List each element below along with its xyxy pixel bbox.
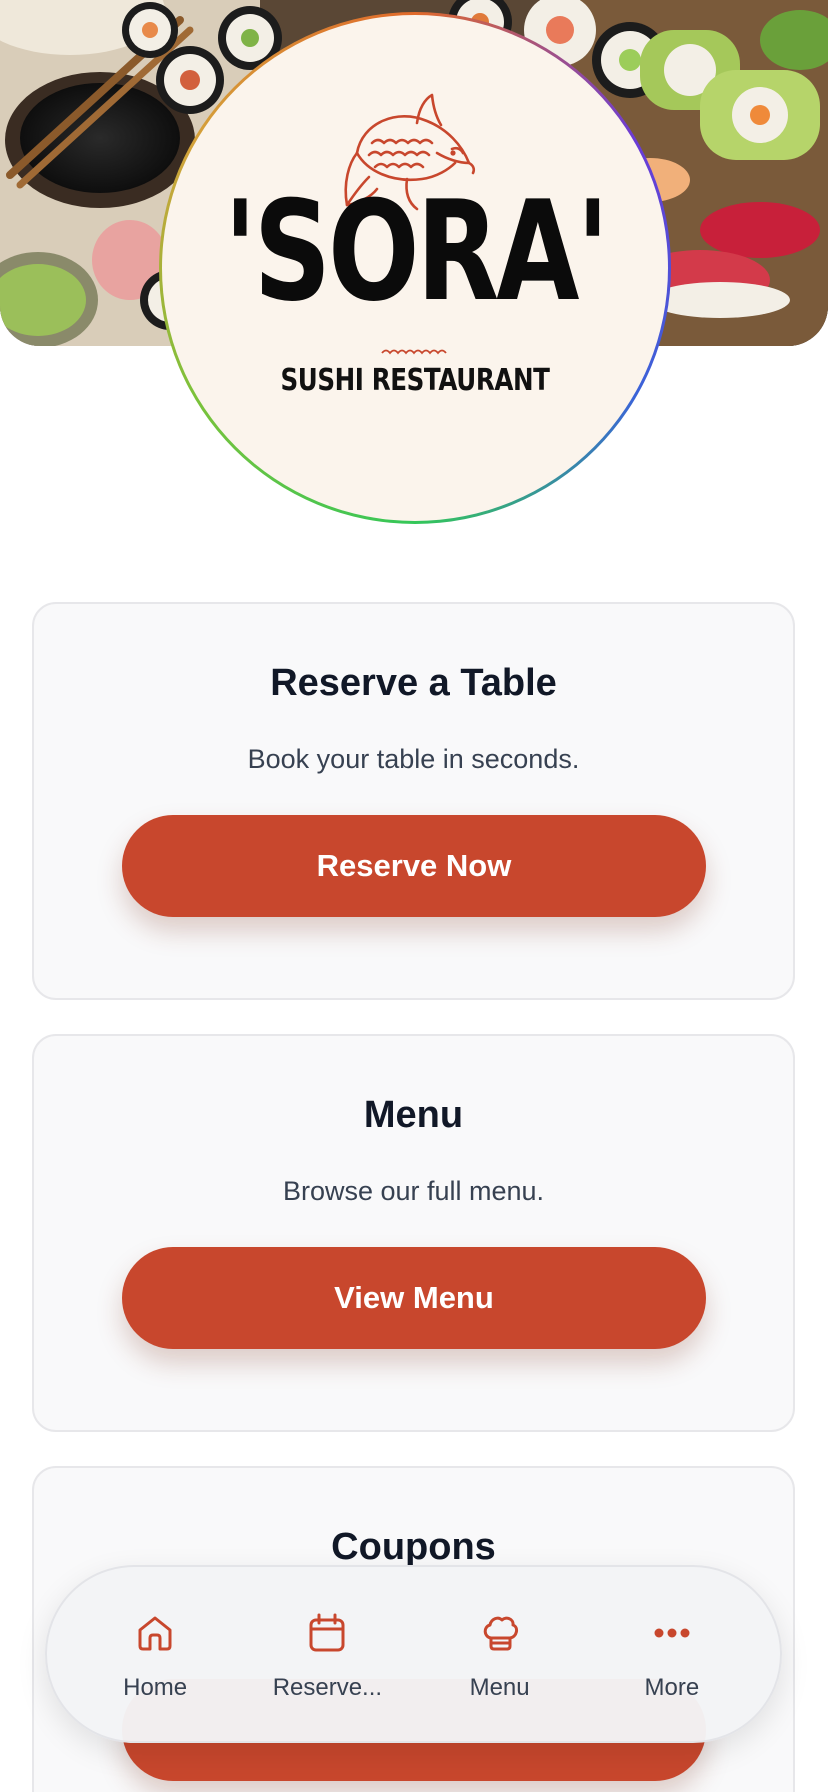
reserve-now-button[interactable]: Reserve Now [122,815,706,917]
more-dots-icon [654,1628,690,1638]
reserve-table-card: Reserve a Table Book your table in secon… [32,602,795,1000]
bottom-navigation-bar: Home Reserve... Menu More [45,1565,782,1743]
card-description: Browse our full menu. [282,1176,545,1206]
nav-item-menu[interactable]: Menu [420,1606,580,1702]
card-description: Book your table in seconds. [247,744,580,774]
restaurant-logo: 'SORA' SUSHI RESTAURANT [159,12,671,524]
view-menu-button[interactable]: View Menu [122,1247,706,1349]
card-title: Menu [363,1094,464,1136]
logo-wordmark: 'SORA' [223,171,610,332]
wave-icon [381,349,447,355]
app-page: 'SORA' SUSHI RESTAURANT Reserve a Table … [0,0,828,1792]
logo-tagline: SUSHI RESTAURANT [280,363,550,398]
nav-item-reserve[interactable]: Reserve... [247,1606,407,1702]
home-icon [138,1616,172,1651]
calendar-icon [309,1613,345,1652]
card-title: Coupons [331,1526,496,1568]
nav-label: Home [123,1674,188,1701]
menu-card: Menu Browse our full menu. View Menu [32,1034,795,1432]
card-title: Reserve a Table [270,662,557,704]
chef-hat-icon [483,1616,518,1651]
nav-item-home[interactable]: Home [75,1606,235,1702]
logo-disc: 'SORA' SUSHI RESTAURANT [162,15,668,521]
nav-label: Menu [469,1674,530,1701]
nav-item-more[interactable]: More [592,1606,752,1702]
nav-label: More [644,1674,700,1701]
nav-label: Reserve... [272,1674,383,1701]
